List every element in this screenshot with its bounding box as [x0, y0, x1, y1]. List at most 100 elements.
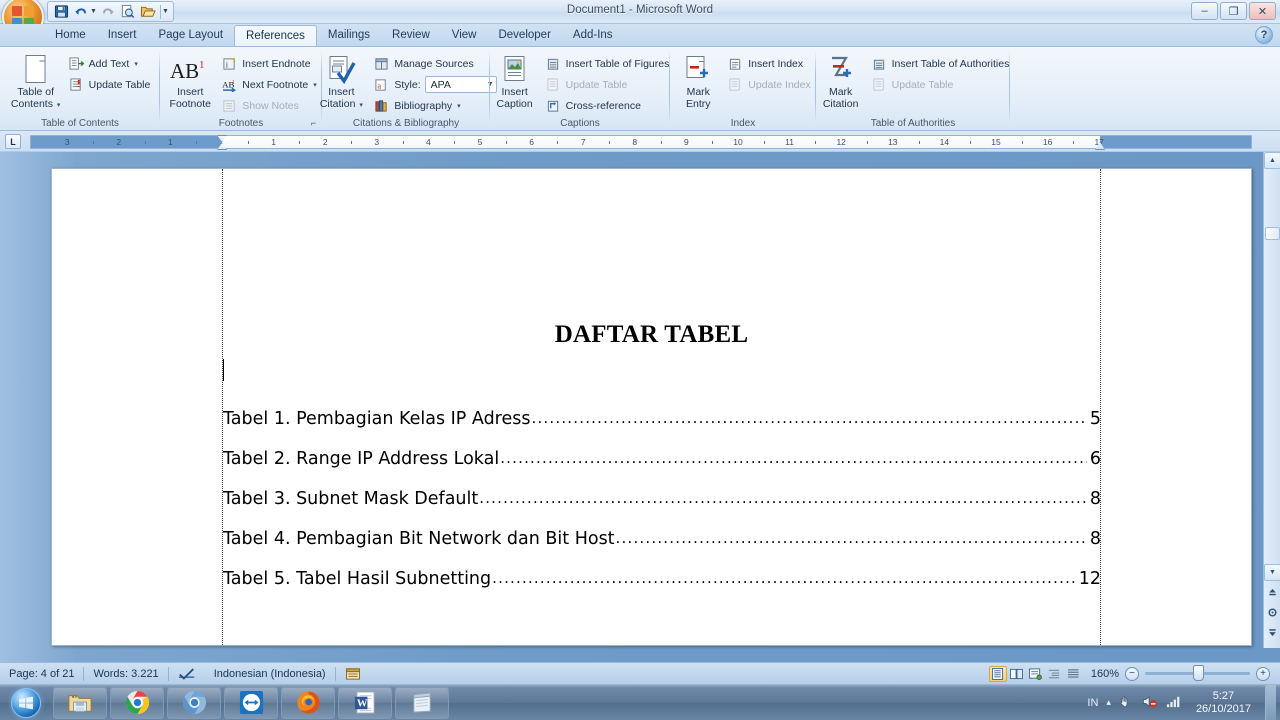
horizontal-ruler[interactable]: L 3 2 1 1 2 3 4 5 6 7 8 9 10 11 12 13 14 15 16 17 [0, 131, 1280, 152]
proofing-status-icon[interactable] [169, 663, 205, 685]
status-page-indicator[interactable]: Page: 4 of 21 [0, 663, 83, 685]
toc-entry-page-number: 6 [1089, 449, 1101, 469]
start-button[interactable] [2, 686, 50, 720]
web-layout-view-button[interactable] [1027, 666, 1045, 682]
tab-review[interactable]: Review [381, 25, 441, 46]
vertical-scroll-thumb[interactable] [1265, 227, 1280, 240]
toc-entry[interactable]: Tabel 3. Subnet Mask Default............… [223, 489, 1101, 509]
update-index-disabled-icon [727, 76, 744, 93]
ruler-minor-tick [505, 141, 507, 144]
toc-entry[interactable]: Tabel 1. Pembagian Kelas IP Adress......… [223, 409, 1101, 429]
manage-sources-button[interactable]: Manage Sources [370, 54, 499, 73]
insert-table-of-authorities-button[interactable]: Insert Table of Authorities [868, 54, 1013, 73]
full-screen-reading-view-button[interactable] [1008, 666, 1026, 682]
toc-entry-label: Tabel 1. Pembagian Kelas IP Adress [223, 409, 531, 429]
update-table-toa-button[interactable]: Update Table [868, 75, 1013, 94]
update-index-button[interactable]: Update Index [724, 75, 813, 94]
taskbar-notepad[interactable] [395, 686, 449, 719]
cross-reference-button[interactable]: Cross-reference [542, 96, 673, 115]
ruler-tick: 16 [1042, 137, 1053, 147]
scroll-down-button[interactable]: ▼ [1264, 564, 1280, 581]
zoom-out-button[interactable]: − [1125, 666, 1139, 681]
toc-entry[interactable]: Tabel 5. Tabel Hasil Subnetting.........… [223, 569, 1101, 589]
vertical-scrollbar[interactable]: ▲ ▼ [1263, 152, 1280, 648]
show-hidden-icons-button[interactable]: ▴ [1106, 697, 1111, 708]
tab-view[interactable]: View [441, 25, 488, 46]
ruler-minor-tick [351, 141, 352, 144]
tab-page-layout[interactable]: Page Layout [147, 25, 234, 46]
tab-mailings[interactable]: Mailings [317, 25, 381, 46]
toc-entry[interactable]: Tabel 4. Pembagian Bit Network dan Bit H… [223, 529, 1101, 549]
insert-table-of-figures-button[interactable]: Insert Table of Figures [542, 54, 673, 73]
footnotes-dialog-launcher-icon[interactable]: ⌐ [308, 117, 319, 128]
bibliography-button[interactable]: Bibliography ▾ [370, 96, 499, 115]
mark-citation-button[interactable]: Mark Citation [814, 51, 868, 110]
insert-index-button[interactable]: Insert Index [724, 54, 813, 73]
status-word-count[interactable]: Words: 3.221 [84, 663, 167, 685]
network-signal-icon[interactable] [1166, 694, 1182, 712]
previous-page-button[interactable] [1264, 584, 1280, 601]
document-canvas[interactable]: DAFTAR TABEL Tabel 1. Pembagian Kelas IP… [0, 152, 1280, 662]
record-macro-icon[interactable] [336, 663, 370, 685]
bibliography-caret-icon[interactable]: ▾ [457, 102, 461, 110]
zoom-slider-thumb[interactable] [1193, 665, 1204, 681]
insert-endnote-button[interactable]: i Insert Endnote [218, 54, 319, 73]
select-browse-object-button[interactable] [1264, 604, 1280, 621]
svg-text:1: 1 [232, 79, 235, 85]
insert-citation-button[interactable]: Insert Citation ▾ [312, 51, 370, 111]
toc-entry-label: Tabel 5. Tabel Hasil Subnetting [223, 569, 492, 589]
next-footnote-button[interactable]: AB 1 Next Footnote ▾ [218, 75, 319, 94]
restore-button[interactable]: ❐ [1220, 2, 1247, 20]
taskbar-clock[interactable]: 5:27 26/10/2017 [1190, 690, 1257, 716]
status-bar: Page: 4 of 21 Words: 3.221 Indonesian (I… [0, 662, 1280, 684]
captions-small-buttons: Insert Table of Figures Update Table Cro… [542, 51, 673, 115]
minimize-button[interactable]: – [1191, 2, 1218, 20]
tab-developer[interactable]: Developer [487, 25, 561, 46]
outline-view-button[interactable] [1046, 666, 1064, 682]
taskbar-word[interactable]: W [338, 686, 392, 719]
windows-logo-icon [11, 687, 41, 718]
zoom-in-button[interactable]: + [1256, 666, 1270, 681]
document-page[interactable]: DAFTAR TABEL Tabel 1. Pembagian Kelas IP… [51, 168, 1252, 646]
add-text-button[interactable]: Add Text ▾ [65, 54, 154, 73]
update-table-toa-disabled-icon [871, 76, 888, 93]
print-layout-view-button[interactable] [988, 665, 1007, 682]
language-indicator[interactable]: Indonesian (Indonesia) [205, 663, 335, 685]
action-center-icon[interactable] [1119, 694, 1134, 712]
show-desktop-button[interactable] [1265, 684, 1276, 720]
citation-style-select[interactable]: APA ▼ [424, 76, 497, 93]
draft-view-button[interactable] [1065, 666, 1083, 682]
table-of-contents-button[interactable]: Table of Contents ▾ [7, 51, 65, 111]
svg-text:W: W [356, 699, 367, 710]
language-bar-indicator[interactable]: IN [1087, 697, 1098, 709]
tab-add-ins[interactable]: Add-Ins [562, 25, 624, 46]
help-icon[interactable]: ? [1255, 26, 1273, 44]
tab-insert[interactable]: Insert [97, 25, 148, 46]
taskbar-firefox[interactable] [281, 686, 335, 719]
next-footnote-label: Next Footnote [242, 78, 309, 91]
update-table-toc-button[interactable]: Update Table [65, 75, 154, 94]
insert-footnote-button[interactable]: AB 1 Insert Footnote [162, 51, 218, 110]
mark-entry-button[interactable]: Mark Entry [672, 51, 724, 110]
next-page-button[interactable] [1264, 624, 1280, 641]
taskbar-chromium[interactable] [167, 686, 221, 719]
add-text-caret-icon[interactable]: ▾ [134, 60, 138, 68]
manage-sources-label: Manage Sources [394, 57, 474, 70]
zoom-slider-track[interactable] [1145, 665, 1250, 681]
taskbar-file-explorer[interactable] [53, 686, 107, 719]
taskbar-google-chrome[interactable] [110, 686, 164, 719]
insert-caption-button[interactable]: Insert Caption [488, 51, 542, 110]
tab-references[interactable]: References [234, 25, 317, 46]
update-table-captions-button[interactable]: Update Table [542, 75, 673, 94]
volume-muted-icon[interactable] [1142, 694, 1158, 712]
taskbar-teamviewer[interactable] [224, 686, 278, 719]
show-notes-button[interactable]: Show Notes [218, 96, 319, 115]
ruler-tick: 2 [322, 137, 328, 147]
scroll-up-button[interactable]: ▲ [1264, 152, 1280, 169]
close-button[interactable]: ✕ [1249, 2, 1276, 20]
tab-home[interactable]: Home [44, 25, 97, 46]
tab-stop-selector[interactable]: L [5, 134, 21, 149]
toc-leader-dots: ........................................… [615, 529, 1087, 547]
zoom-level-label[interactable]: 160% [1091, 668, 1119, 680]
toc-entry[interactable]: Tabel 2. Range IP Address Lokal.........… [223, 449, 1101, 469]
